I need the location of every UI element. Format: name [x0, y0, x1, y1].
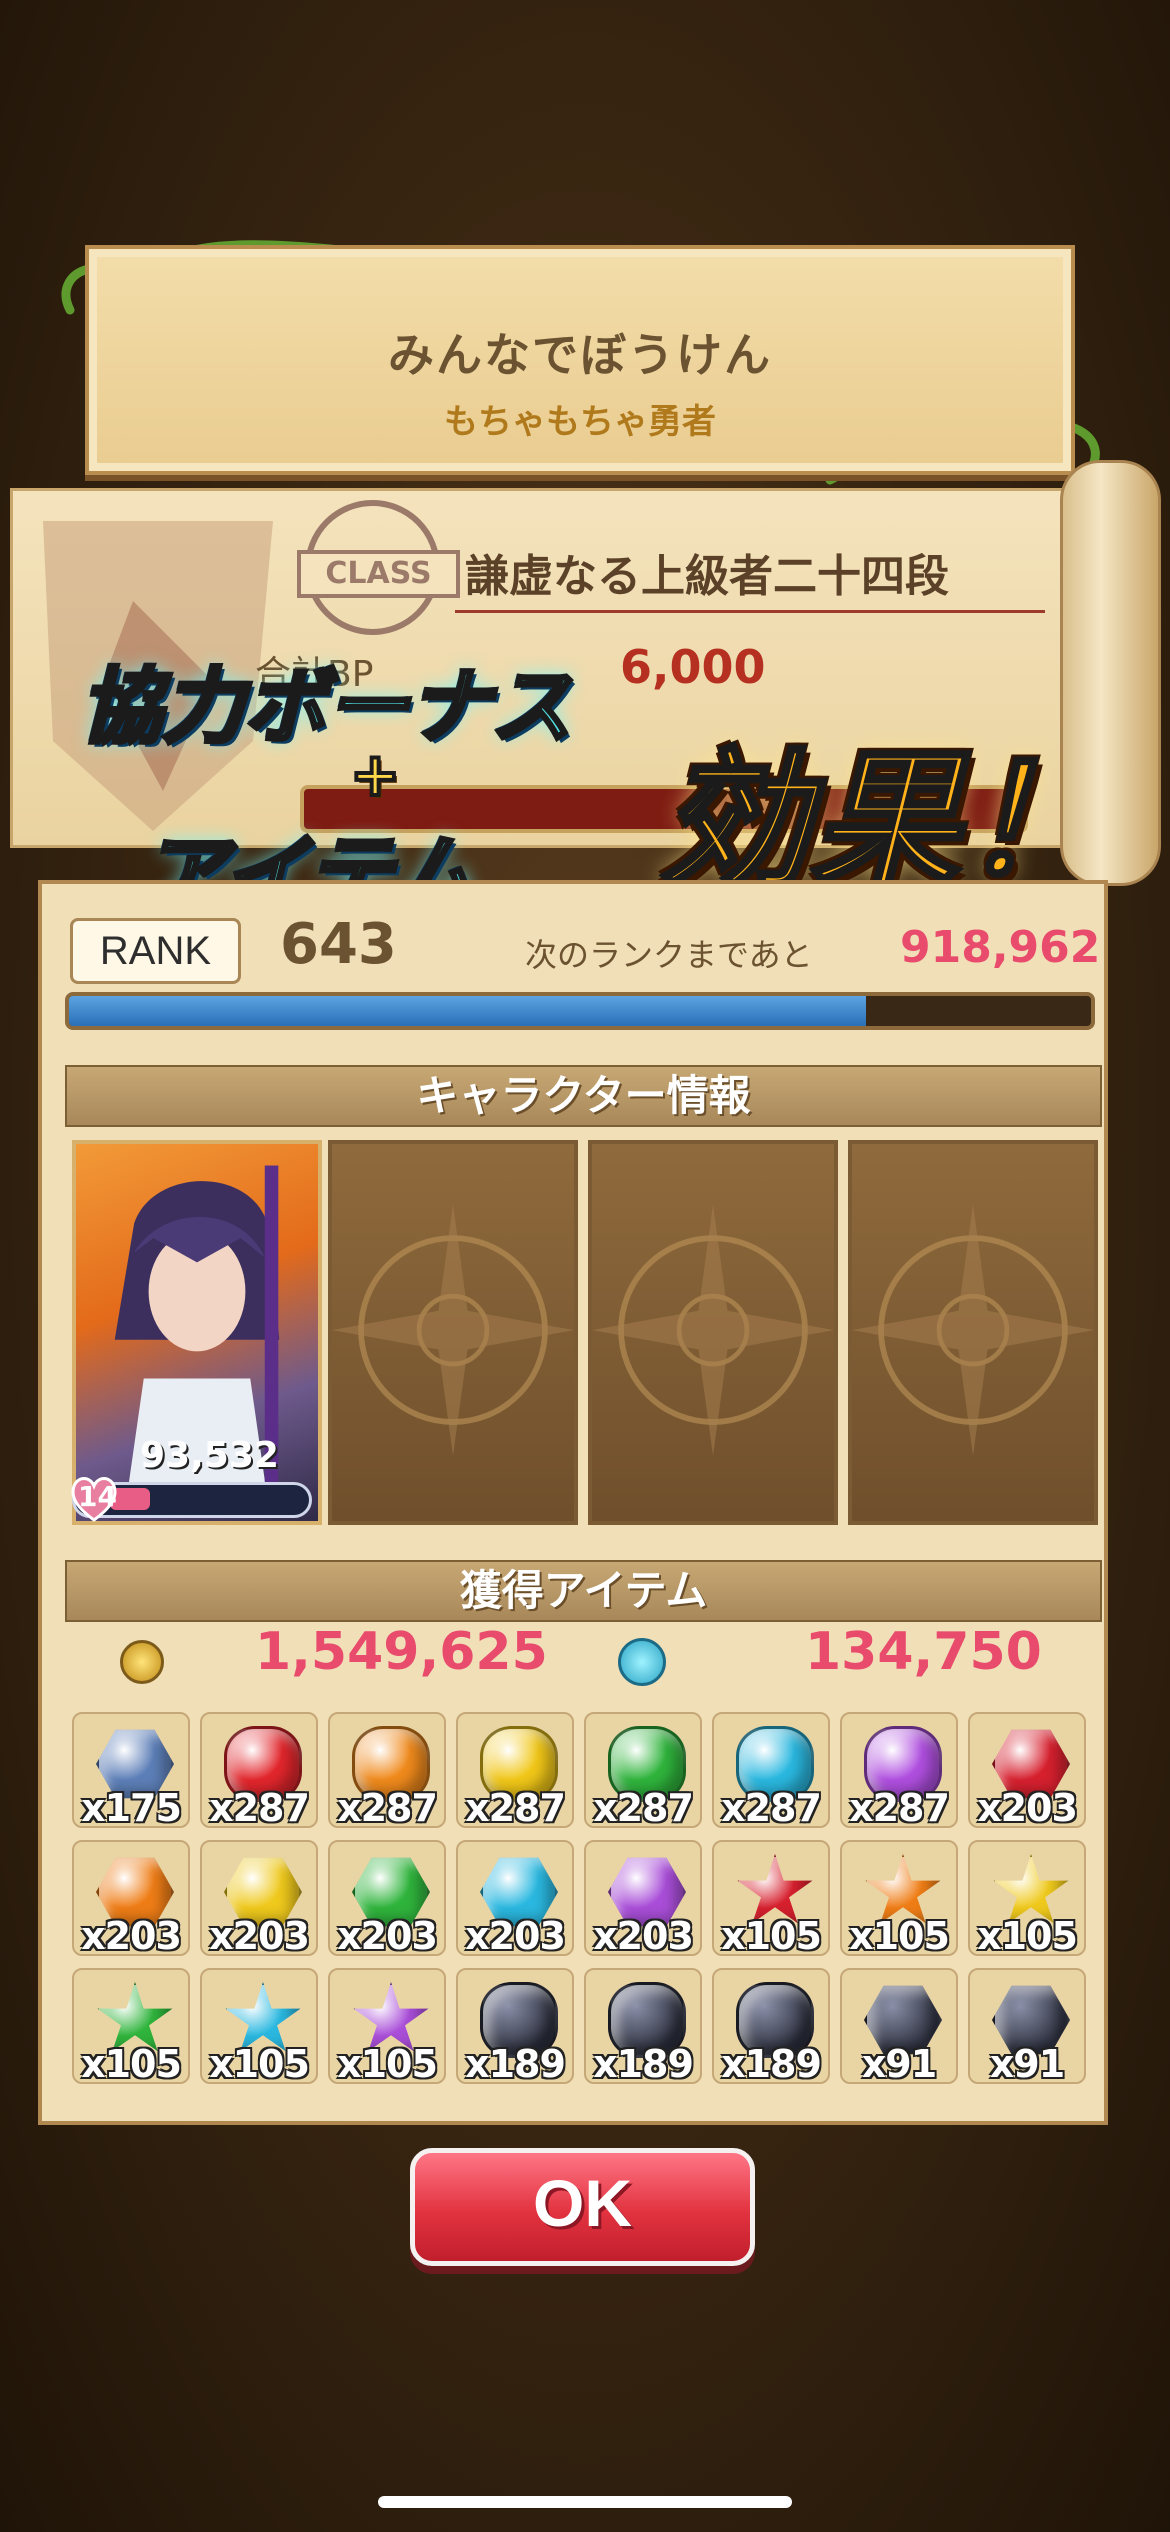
promo-plus: +: [348, 738, 402, 812]
item-slot[interactable]: x189: [584, 1968, 702, 2086]
item-slot[interactable]: x105: [968, 1840, 1086, 1958]
item-slot[interactable]: x203: [456, 1840, 574, 1958]
ok-button[interactable]: OK: [410, 2148, 755, 2266]
item-slot[interactable]: x203: [200, 1840, 318, 1958]
item-quantity: x203: [337, 1914, 438, 1958]
rank-progress-bar: [65, 992, 1095, 1030]
bp-value: 6,000: [620, 640, 766, 694]
item-quantity: x105: [337, 2042, 438, 2086]
item-quantity: x203: [81, 1914, 182, 1958]
item-slot[interactable]: x105: [840, 1840, 958, 1958]
item-slot[interactable]: x189: [712, 1968, 830, 2086]
class-title: 謙虚なる上級者二十四段: [465, 551, 949, 602]
item-quantity: x105: [81, 2042, 182, 2086]
event-banner: みんなでぼうけん もちゃもちゃ勇者: [85, 245, 1075, 475]
item-quantity: x287: [465, 1786, 566, 1830]
character-level: 14: [78, 1480, 117, 1513]
item-grid[interactable]: x175 x287 x287 x287 x287 x287 x287 x203 x203 x203…: [72, 1712, 1102, 2117]
event-title: みんなでぼうけん: [388, 328, 772, 382]
item-slot[interactable]: x203: [328, 1840, 446, 1958]
character-section-header: キャラクター情報: [65, 1065, 1102, 1127]
character-power: 93,532: [140, 1435, 279, 1476]
item-slot[interactable]: x105: [328, 1968, 446, 2086]
empty-card-slot[interactable]: [588, 1140, 838, 1525]
item-slot[interactable]: x287: [456, 1712, 574, 1830]
item-quantity: x189: [721, 2042, 822, 2086]
item-quantity: x105: [209, 2042, 310, 2086]
item-slot[interactable]: x105: [712, 1840, 830, 1958]
item-quantity: x189: [465, 2042, 566, 2086]
class-stamp-icon: CLASS: [297, 500, 460, 635]
orb-amount: 134,750: [805, 1622, 1042, 1682]
item-slot[interactable]: x105: [72, 1968, 190, 2086]
item-quantity: x287: [849, 1786, 950, 1830]
item-slot[interactable]: x189: [456, 1968, 574, 2086]
rank-progress-fill: [69, 996, 867, 1026]
orb-icon: [618, 1638, 666, 1686]
player-name: もちゃもちゃ勇者: [444, 402, 716, 442]
item-slot[interactable]: x175: [72, 1712, 190, 1830]
empty-card-slot[interactable]: [328, 1140, 578, 1525]
item-slot[interactable]: x91: [840, 1968, 958, 2086]
item-slot[interactable]: x287: [328, 1712, 446, 1830]
item-quantity: x91: [989, 2042, 1065, 2086]
empty-card-slot[interactable]: [848, 1140, 1098, 1525]
empty-slot-emblem-icon: [852, 1204, 1094, 1456]
item-slot[interactable]: x287: [712, 1712, 830, 1830]
item-quantity: x287: [209, 1786, 310, 1830]
item-quantity: x105: [849, 1914, 950, 1958]
rank-badge: RANK: [70, 918, 241, 984]
item-slot[interactable]: x203: [584, 1840, 702, 1958]
item-slot[interactable]: x91: [968, 1968, 1086, 2086]
item-slot[interactable]: x287: [200, 1712, 318, 1830]
divider: [455, 610, 1045, 613]
item-quantity: x189: [593, 2042, 694, 2086]
empty-slot-emblem-icon: [592, 1204, 834, 1456]
item-quantity: x203: [209, 1914, 310, 1958]
item-quantity: x287: [337, 1786, 438, 1830]
items-section-header: 獲得アイテム: [65, 1560, 1102, 1622]
item-slot[interactable]: x105: [200, 1968, 318, 2086]
rank-value: 643: [280, 912, 397, 977]
item-slot[interactable]: x203: [72, 1840, 190, 1958]
item-quantity: x105: [977, 1914, 1078, 1958]
home-indicator[interactable]: [378, 2496, 792, 2508]
item-slot[interactable]: x287: [584, 1712, 702, 1830]
item-quantity: x175: [81, 1786, 182, 1830]
empty-slot-emblem-icon: [332, 1204, 574, 1456]
next-rank-label: 次のランクまであと: [525, 936, 813, 974]
item-quantity: x203: [593, 1914, 694, 1958]
item-quantity: x203: [465, 1914, 566, 1958]
item-slot[interactable]: x203: [968, 1712, 1086, 1830]
promo-text-bonus: 協力ボーナス: [78, 658, 574, 757]
item-quantity: x203: [977, 1786, 1078, 1830]
item-quantity: x91: [861, 2042, 937, 2086]
item-quantity: x105: [721, 1914, 822, 1958]
next-rank-value: 918,962: [900, 922, 1101, 973]
coin-amount: 1,549,625: [255, 1622, 548, 1682]
item-quantity: x287: [593, 1786, 694, 1830]
item-quantity: x287: [721, 1786, 822, 1830]
item-slot[interactable]: x287: [840, 1712, 958, 1830]
coin-icon: [120, 1640, 164, 1684]
